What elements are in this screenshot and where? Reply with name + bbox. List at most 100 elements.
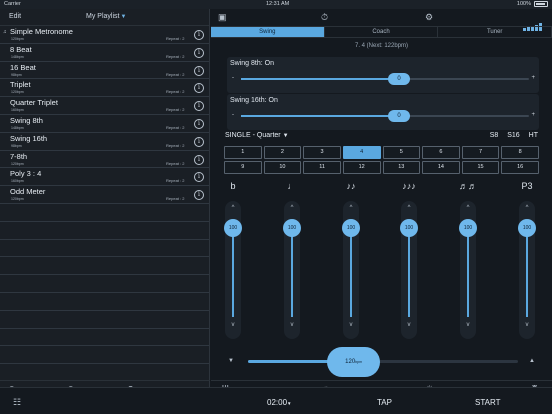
- chevron-down-icon[interactable]: v: [515, 322, 539, 328]
- item-name: Triplet: [10, 80, 31, 90]
- start-button[interactable]: START: [475, 398, 500, 407]
- tab-coach[interactable]: Coach: [325, 27, 439, 37]
- chevron-down-icon[interactable]: v: [221, 322, 245, 328]
- beat-cell[interactable]: 1: [224, 146, 262, 159]
- info-icon[interactable]: i: [194, 101, 204, 112]
- beat-cell[interactable]: 13: [382, 161, 421, 174]
- beat-cell[interactable]: 5: [382, 146, 421, 159]
- chevron-down-icon[interactable]: v: [339, 322, 363, 328]
- beat-cell[interactable]: 10: [263, 161, 302, 174]
- list-item[interactable]: Odd Meter 120bpm Repeat : 2 i: [0, 186, 209, 204]
- list-item[interactable]: Swing 8th 148bpm Repeat : 2 i: [0, 115, 209, 133]
- list-item[interactable]: 16 Beat 98bpm Repeat : 2 i: [0, 62, 209, 80]
- playlist-toggle-icon[interactable]: ☷: [13, 397, 21, 408]
- info-icon[interactable]: i: [194, 83, 204, 94]
- minus-icon[interactable]: -: [232, 112, 234, 118]
- volume-fader[interactable]: ♪♪ ^ 100 v: [339, 181, 363, 341]
- swing-16th-slider[interactable]: 0: [241, 110, 529, 122]
- tab-tuner[interactable]: Tuner: [438, 27, 552, 37]
- tempo-knob[interactable]: 120bpm: [327, 347, 381, 377]
- list-item[interactable]: 7-8th 120bpm Repeat : 2 i: [0, 151, 209, 169]
- chevron-up-icon[interactable]: ^: [339, 205, 363, 211]
- slider-knob[interactable]: 0: [388, 110, 410, 122]
- chevron-up-icon[interactable]: ^: [221, 205, 245, 211]
- fader-knob[interactable]: 100: [224, 219, 242, 237]
- mode-selector[interactable]: SINGLE - Quarter ▼: [225, 132, 289, 139]
- fader-knob[interactable]: 100: [459, 219, 477, 237]
- plus-icon[interactable]: +: [531, 75, 535, 81]
- item-bpm: 98bpm: [11, 72, 22, 77]
- beat-cell[interactable]: 11: [303, 161, 341, 174]
- beat-cell[interactable]: 8: [501, 146, 539, 159]
- subdiv-ht[interactable]: HT: [529, 132, 538, 139]
- empty-row: [0, 346, 209, 365]
- fader-knob[interactable]: 100: [283, 219, 301, 237]
- item-name: 7-8th: [10, 151, 28, 161]
- beat-cell[interactable]: 9: [224, 161, 262, 174]
- beat-cell[interactable]: 3: [303, 146, 341, 159]
- subdiv-s16[interactable]: S16: [507, 132, 519, 139]
- swing-8th-slider[interactable]: 0: [241, 73, 529, 85]
- playlist-selector[interactable]: My Playlist▼: [86, 13, 126, 20]
- beat-cell[interactable]: 2: [263, 146, 302, 159]
- plus-icon[interactable]: +: [531, 112, 535, 118]
- fader-knob[interactable]: 100: [400, 219, 418, 237]
- chevron-up-icon[interactable]: ^: [397, 205, 421, 211]
- info-icon[interactable]: i: [194, 118, 204, 129]
- timer-button[interactable]: 02:00▼: [267, 398, 292, 407]
- beat-cell[interactable]: 16: [501, 161, 539, 174]
- chevron-down-icon[interactable]: v: [280, 322, 304, 328]
- tempo-up-icon[interactable]: ▲: [529, 358, 535, 364]
- chevron-up-icon[interactable]: ^: [456, 205, 480, 211]
- info-icon[interactable]: i: [194, 172, 204, 183]
- chevron-up-icon[interactable]: ^: [515, 205, 539, 211]
- slider-knob[interactable]: 0: [388, 73, 410, 85]
- beat-cell[interactable]: 12: [342, 161, 381, 174]
- item-repeat: Repeat : 2: [166, 178, 185, 184]
- info-icon[interactable]: i: [194, 154, 204, 165]
- chevron-down-icon[interactable]: v: [397, 322, 421, 328]
- subdiv-s8[interactable]: S8: [490, 132, 499, 139]
- volume-fader[interactable]: ♩ ^ 100 v: [280, 181, 304, 341]
- minus-icon[interactable]: -: [232, 75, 234, 81]
- fader-knob[interactable]: 100: [518, 219, 536, 237]
- volume-fader[interactable]: ♪♪♪ ^ 100 v: [397, 181, 421, 341]
- beat-cell[interactable]: 7: [461, 146, 500, 159]
- tab-swing[interactable]: Swing: [211, 27, 325, 37]
- chevron-down-icon[interactable]: v: [456, 322, 480, 328]
- info-icon[interactable]: i: [194, 136, 204, 147]
- info-icon[interactable]: i: [194, 65, 204, 76]
- chevron-up-icon[interactable]: ^: [280, 205, 304, 211]
- list-item[interactable]: 8 Beat 148bpm Repeat : 2 i: [0, 44, 209, 62]
- note-type-icon: ♪♪♪: [402, 181, 416, 191]
- info-icon[interactable]: i: [194, 30, 204, 40]
- item-bpm: 160bpm: [11, 179, 24, 184]
- tap-button[interactable]: TAP: [377, 398, 392, 407]
- info-icon[interactable]: i: [194, 190, 204, 201]
- gear-icon[interactable]: ⚙: [425, 12, 433, 23]
- beat-cell[interactable]: 4: [342, 146, 381, 159]
- list-item[interactable]: Swing 16th 98bpm Repeat : 2 i: [0, 133, 209, 151]
- beat-cell[interactable]: 6: [422, 146, 460, 159]
- item-name: Quarter Triplet: [10, 98, 58, 108]
- item-bpm: 148bpm: [11, 125, 24, 130]
- info-icon[interactable]: i: [194, 47, 204, 58]
- tempo-down-icon[interactable]: ▼: [228, 358, 234, 364]
- volume-fader[interactable]: P3 ^ 100 v: [515, 181, 539, 341]
- volume-fader[interactable]: b ^ 100 v: [221, 181, 245, 341]
- save-icon[interactable]: ▣: [218, 12, 227, 23]
- beat-cell[interactable]: 14: [422, 161, 460, 174]
- fader-track: [291, 227, 293, 317]
- fader-track: [232, 227, 234, 317]
- list-item[interactable]: Quarter Triplet 160bpm Repeat : 2 i: [0, 97, 209, 115]
- empty-row: [0, 257, 209, 276]
- volume-fader[interactable]: ♬♬ ^ 100 v: [456, 181, 480, 341]
- edit-button[interactable]: Edit: [9, 13, 21, 20]
- list-item[interactable]: ♫ Simple Metronome 120bpm Repeat : 2 i: [0, 26, 209, 44]
- list-item[interactable]: Triplet 120bpm Repeat : 2 i: [0, 79, 209, 98]
- beat-cell[interactable]: 15: [461, 161, 500, 174]
- metronome-icon[interactable]: ⏱: [321, 12, 328, 23]
- item-repeat: Repeat : 2: [166, 53, 185, 59]
- list-item[interactable]: Poly 3 : 4 160bpm Repeat : 2 i: [0, 168, 209, 187]
- fader-knob[interactable]: 100: [342, 219, 360, 237]
